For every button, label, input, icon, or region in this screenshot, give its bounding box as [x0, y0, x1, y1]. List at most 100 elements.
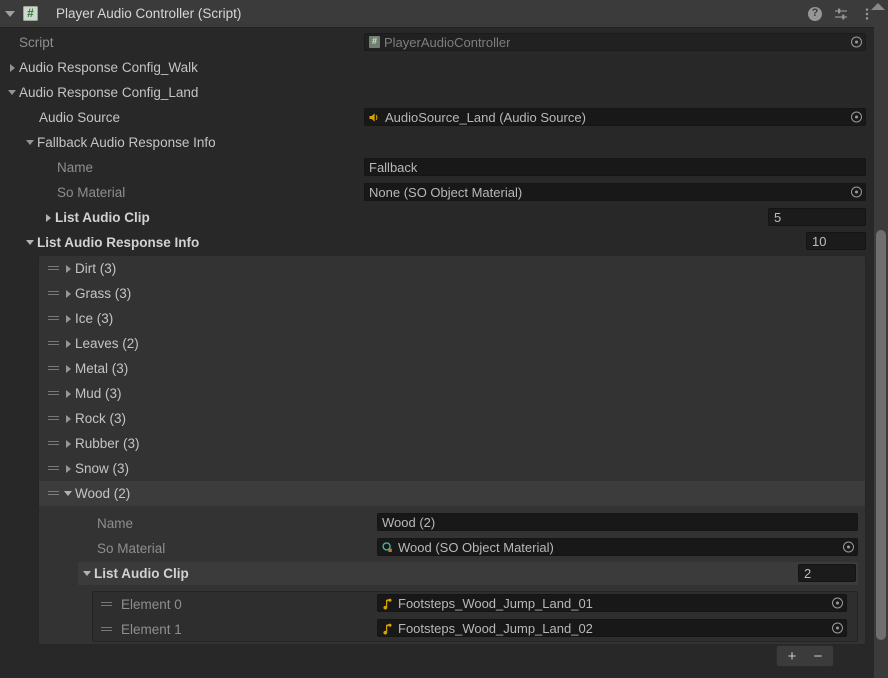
list-item-foldout[interactable]	[61, 406, 75, 431]
audio-clip-icon	[381, 597, 394, 610]
fallback-audio-response-info-row[interactable]: Fallback Audio Response Info	[0, 130, 888, 155]
config-walk-label: Audio Response Config_Walk	[19, 60, 198, 75]
script-value: PlayerAudioController	[384, 34, 511, 50]
scrollbar-thumb[interactable]	[876, 230, 886, 640]
list-item[interactable]: Ice (3)	[39, 306, 865, 331]
add-element-button[interactable]: +	[779, 646, 805, 666]
list-item-foldout[interactable]	[61, 306, 75, 331]
audio-response-config-walk-row[interactable]: Audio Response Config_Walk	[0, 55, 888, 80]
component-title: Player Audio Controller (Script)	[56, 6, 242, 21]
list-item[interactable]: Dirt (3)	[39, 256, 865, 281]
component-foldout-toggle[interactable]	[0, 0, 20, 27]
list-item[interactable]: Rock (3)	[39, 406, 865, 431]
fallback-name-label: Name	[57, 160, 94, 175]
triangle-down-icon	[5, 10, 15, 17]
list-item-label: Grass (3)	[75, 286, 132, 301]
component-header[interactable]: Player Audio Controller (Script)	[0, 0, 888, 28]
list-item-foldout[interactable]	[61, 481, 75, 506]
list-audio-response-info-size: 10	[812, 233, 827, 249]
drag-handle-icon[interactable]	[48, 464, 59, 473]
vertical-scrollbar[interactable]	[874, 27, 888, 678]
drag-handle-icon[interactable]	[48, 389, 59, 398]
audio-source-label: Audio Source	[39, 110, 121, 125]
fallback-name-input[interactable]: Fallback	[364, 158, 866, 176]
list-item-foldout[interactable]	[61, 356, 75, 381]
list-audio-response-info-size-field[interactable]: 10	[806, 232, 866, 250]
list-item-foldout[interactable]	[61, 431, 75, 456]
list-item-label: Snow (3)	[75, 461, 130, 476]
object-picker-icon[interactable]	[851, 186, 862, 198]
wood-list-audio-clip-size-field[interactable]: 2	[798, 564, 856, 582]
scriptable-object-icon	[381, 541, 394, 554]
list-item-selected[interactable]: Wood (2)	[39, 481, 865, 506]
drag-handle-icon[interactable]	[101, 625, 112, 634]
config-walk-foldout[interactable]	[5, 55, 19, 80]
wood-list-audio-clip-foldout[interactable]	[80, 561, 94, 586]
fallback-name-value: Fallback	[369, 159, 418, 175]
audio-response-info-list: Dirt (3) Grass (3) Ice (3) Leaves (2) Me…	[38, 255, 866, 645]
drag-handle-icon[interactable]	[48, 339, 59, 348]
object-picker-icon[interactable]	[843, 541, 854, 553]
preset-icon[interactable]	[834, 7, 848, 21]
drag-handle-icon[interactable]	[101, 600, 112, 609]
audio-response-config-land-row[interactable]: Audio Response Config_Land	[0, 80, 888, 105]
list-item-foldout[interactable]	[61, 381, 75, 406]
scroll-up-arrow-icon[interactable]	[871, 3, 885, 10]
wood-so-material-object-field[interactable]: Wood (SO Object Material)	[377, 538, 858, 556]
list-item-foldout[interactable]	[61, 281, 75, 306]
config-land-foldout[interactable]	[5, 80, 19, 105]
list-item-foldout[interactable]	[61, 456, 75, 481]
element-label: Element 0	[121, 597, 182, 612]
list-item-label: Mud (3)	[75, 386, 122, 401]
triangle-down-icon	[83, 571, 91, 576]
unity-inspector-component: Player Audio Controller (Script)	[0, 0, 888, 678]
help-icon[interactable]	[808, 6, 822, 21]
list-item[interactable]: Metal (3)	[39, 356, 865, 381]
element-0-value: Footsteps_Wood_Jump_Land_01	[398, 595, 593, 611]
drag-handle-icon[interactable]	[48, 439, 59, 448]
fallback-list-audio-clip-foldout[interactable]	[41, 205, 55, 230]
audio-clip-icon	[381, 622, 394, 635]
list-item[interactable]: Snow (3)	[39, 456, 865, 481]
wood-so-material-value: Wood (SO Object Material)	[398, 539, 554, 555]
fallback-info-label: Fallback Audio Response Info	[37, 135, 216, 150]
list-audio-response-info-foldout[interactable]	[23, 230, 37, 255]
triangle-down-icon	[26, 140, 34, 145]
fallback-so-material-object-field[interactable]: None (SO Object Material)	[364, 183, 866, 201]
fallback-info-foldout[interactable]	[23, 130, 37, 155]
drag-handle-icon[interactable]	[48, 314, 59, 323]
audio-source-object-field[interactable]: AudioSource_Land (Audio Source)	[364, 108, 866, 126]
remove-element-button[interactable]: −	[805, 646, 831, 666]
list-item-foldout[interactable]	[61, 256, 75, 281]
list-item-foldout[interactable]	[61, 331, 75, 356]
list-item[interactable]: Rubber (3)	[39, 431, 865, 456]
drag-handle-icon[interactable]	[48, 414, 59, 423]
triangle-down-icon	[26, 240, 34, 245]
list-item[interactable]: Leaves (2)	[39, 331, 865, 356]
object-picker-icon[interactable]	[851, 36, 862, 48]
object-picker-icon[interactable]	[832, 622, 843, 634]
list-item-label: Rock (3)	[75, 411, 127, 426]
object-picker-icon[interactable]	[851, 111, 862, 123]
element-1-object-field[interactable]: Footsteps_Wood_Jump_Land_02	[377, 619, 847, 637]
triangle-right-icon	[65, 314, 71, 323]
drag-handle-icon[interactable]	[48, 489, 59, 498]
list-audio-response-info-row[interactable]: List Audio Response Info	[0, 230, 888, 255]
triangle-right-icon	[65, 414, 71, 423]
script-object-field[interactable]: PlayerAudioController	[364, 33, 866, 51]
list-audio-response-info-label: List Audio Response Info	[37, 235, 200, 250]
triangle-right-icon	[65, 464, 71, 473]
triangle-right-icon	[65, 364, 71, 373]
element-0-object-field[interactable]: Footsteps_Wood_Jump_Land_01	[377, 594, 847, 612]
drag-handle-icon[interactable]	[48, 364, 59, 373]
object-picker-icon[interactable]	[832, 597, 843, 609]
wood-list-audio-clip-row[interactable]: List Audio Clip	[0, 562, 888, 585]
wood-name-input[interactable]: Wood (2)	[377, 513, 858, 531]
list-item[interactable]: Grass (3)	[39, 281, 865, 306]
fallback-list-audio-clip-row[interactable]: List Audio Clip	[0, 205, 888, 230]
list-item-label: Rubber (3)	[75, 436, 140, 451]
drag-handle-icon[interactable]	[48, 289, 59, 298]
drag-handle-icon[interactable]	[48, 264, 59, 273]
list-item[interactable]: Mud (3)	[39, 381, 865, 406]
fallback-list-audio-clip-size-field[interactable]: 5	[768, 208, 866, 226]
